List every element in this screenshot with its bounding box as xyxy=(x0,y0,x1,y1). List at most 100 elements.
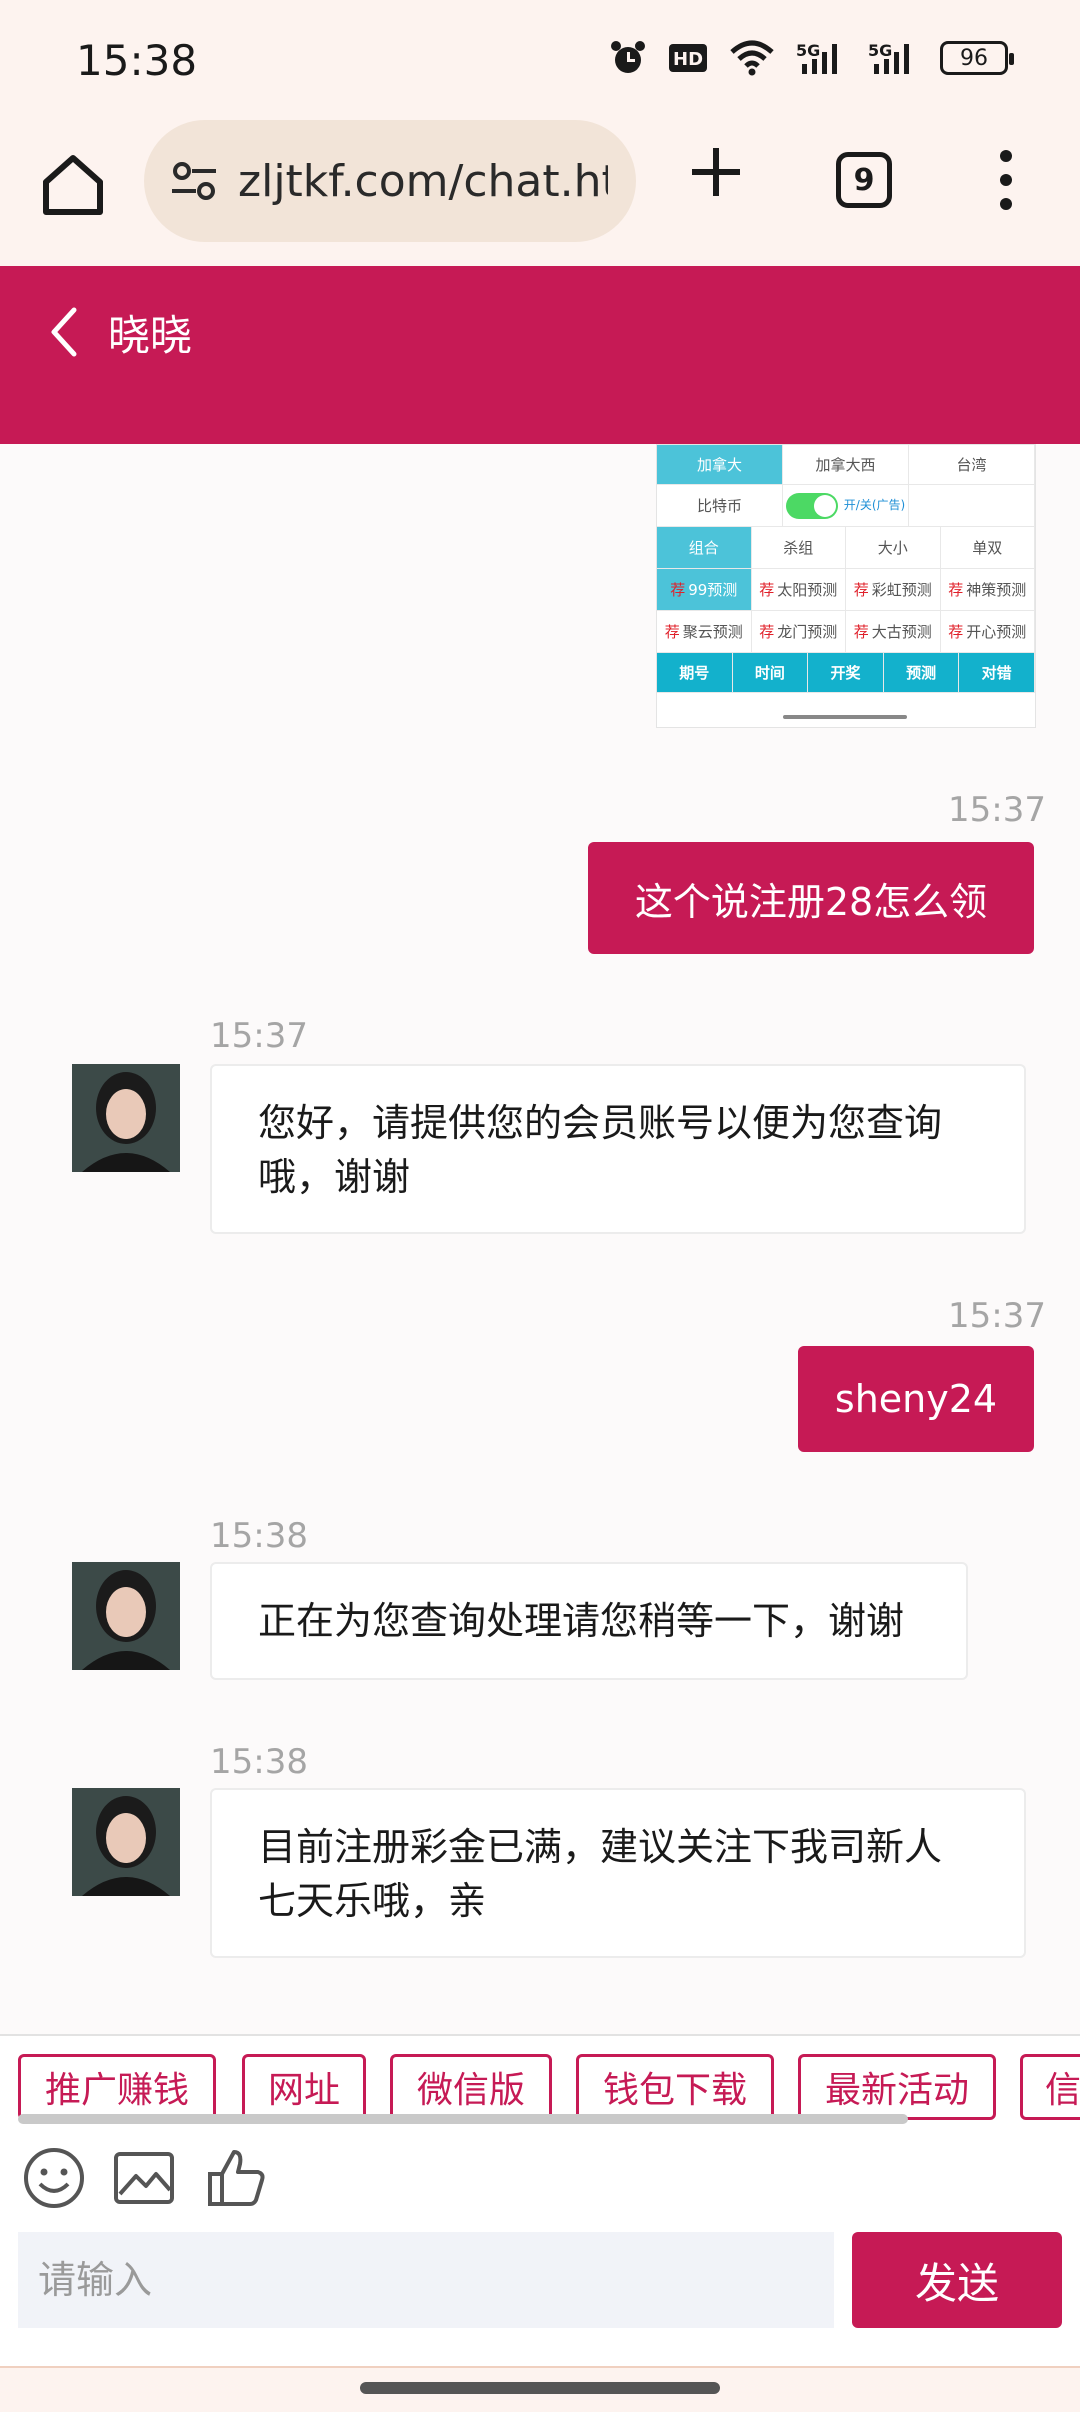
embed-cell: 荐太阳预测 xyxy=(751,569,846,611)
rec-mark: 荐 xyxy=(664,623,680,641)
embed-cell-label: 开心预测 xyxy=(966,623,1027,641)
embed-cell: 荐开心预测 xyxy=(940,611,1035,653)
url-text: zljtkf.com/chat.ht xyxy=(238,155,608,207)
quick-reply-button[interactable]: 钱包下载 xyxy=(576,2054,774,2120)
embed-cell-label: 大古预测 xyxy=(871,623,932,641)
embed-scroll-indicator xyxy=(783,715,907,719)
rec-mark: 荐 xyxy=(948,623,964,641)
home-indicator[interactable] xyxy=(360,2382,720,2394)
chat-header: 晓晓 xyxy=(0,266,1080,444)
rec-mark: 荐 xyxy=(853,581,869,599)
battery-level: 96 xyxy=(960,45,988,71)
incoming-message-bubble[interactable]: 您好，请提供您的会员账号以便为您查询哦，谢谢 xyxy=(210,1064,1026,1234)
wifi-icon xyxy=(730,40,774,76)
quick-reply-button[interactable]: 微信版 xyxy=(390,2054,552,2120)
quick-reply-scrollbar[interactable] xyxy=(18,2114,908,2124)
image-icon[interactable] xyxy=(112,2146,176,2210)
quick-reply-button[interactable]: 信 xyxy=(1020,2054,1080,2120)
message-timestamp: 15:38 xyxy=(210,1516,308,1556)
status-bar: 15:38 HD 5G 5G 96 xyxy=(0,0,1080,120)
message-input[interactable] xyxy=(18,2232,834,2328)
quick-reply-button[interactable]: 最新活动 xyxy=(798,2054,996,2120)
svg-text:5G: 5G xyxy=(868,41,892,60)
rec-mark: 荐 xyxy=(759,623,775,641)
emoji-icon[interactable] xyxy=(22,2146,86,2210)
new-tab-icon[interactable] xyxy=(688,144,744,200)
incoming-message-bubble[interactable]: 正在为您查询处理请您稍等一下，谢谢 xyxy=(210,1562,968,1680)
incoming-message-bubble[interactable]: 目前注册彩金已满，建议关注下我司新人七天乐哦，亲 xyxy=(210,1788,1026,1958)
message-timestamp: 15:37 xyxy=(948,790,1046,830)
rec-mark: 荐 xyxy=(759,581,775,599)
embed-cell: 荐大古预测 xyxy=(846,611,941,653)
embed-header-cell: 时间 xyxy=(732,653,809,693)
agent-avatar[interactable] xyxy=(72,1064,180,1172)
quick-reply-button[interactable]: 网址 xyxy=(242,2054,366,2120)
embed-cell-label: 龙门预测 xyxy=(777,623,838,641)
tab-count: 9 xyxy=(853,162,875,198)
embed-cell: 组合 xyxy=(657,527,752,569)
embed-header-cell: 开奖 xyxy=(808,653,884,693)
composer: 发送 xyxy=(0,2224,1080,2374)
embed-cell: 台湾 xyxy=(909,445,1035,485)
svg-text:5G: 5G xyxy=(796,41,820,60)
status-time: 15:38 xyxy=(76,36,198,85)
message-timestamp: 15:38 xyxy=(210,1742,308,1782)
system-nav-bar xyxy=(0,2366,1080,2412)
embed-cell-label: 聚云预测 xyxy=(682,623,743,641)
thumbs-up-icon[interactable] xyxy=(204,2146,268,2210)
embed-header-cell: 期号 xyxy=(657,653,733,693)
5g-signal-icon: 5G xyxy=(796,41,837,74)
rec-mark: 荐 xyxy=(670,581,686,599)
shared-screenshot-image[interactable]: 加拿大 加拿大西 台湾 比特币 开/关(广告) 组合 杀组 大小 单双 荐 99预… xyxy=(656,444,1036,728)
embed-cell: 荐神策预测 xyxy=(940,569,1035,611)
embed-cell: 单双 xyxy=(940,527,1035,569)
embed-cell-label: 神策预测 xyxy=(966,581,1027,599)
embed-cell: 加拿大 xyxy=(657,445,783,485)
more-menu-icon[interactable] xyxy=(996,150,1016,210)
embed-cell-label: 99预测 xyxy=(688,581,738,599)
embed-cell: 比特币 xyxy=(657,485,783,527)
embed-toggle-cell: 开/关(广告) xyxy=(783,485,909,527)
toggle-label: 开/关(广告) xyxy=(843,497,906,512)
send-button[interactable]: 发送 xyxy=(852,2232,1062,2328)
embed-cell xyxy=(909,485,1035,527)
svg-text:HD: HD xyxy=(673,49,703,70)
embed-cell-label: 彩虹预测 xyxy=(871,581,932,599)
embed-cell: 杀组 xyxy=(751,527,846,569)
outgoing-message-bubble[interactable]: sheny24 xyxy=(798,1346,1034,1452)
embed-cell: 荐龙门预测 xyxy=(751,611,846,653)
outgoing-message-bubble[interactable]: 这个说注册28怎么领 xyxy=(588,842,1034,954)
embed-header-cell: 对错 xyxy=(959,653,1035,693)
battery-icon: 96 xyxy=(940,41,1014,75)
chat-title: 晓晓 xyxy=(108,311,193,360)
quick-reply-bar: 推广赚钱 网址 微信版 钱包下载 最新活动 信 xyxy=(0,2034,1080,2124)
embed-cell-label: 太阳预测 xyxy=(777,581,838,599)
address-bar[interactable]: zljtkf.com/chat.ht xyxy=(144,120,636,242)
embed-cell: 荐聚云预测 xyxy=(657,611,752,653)
embed-cell: 大小 xyxy=(846,527,941,569)
avatar-portrait-icon xyxy=(72,1788,180,1896)
agent-avatar[interactable] xyxy=(72,1788,180,1896)
avatar-portrait-icon xyxy=(72,1562,180,1670)
back-arrow-icon[interactable] xyxy=(44,304,84,360)
site-settings-icon[interactable] xyxy=(168,155,220,207)
hd-icon: HD xyxy=(669,44,707,72)
message-timestamp: 15:37 xyxy=(948,1296,1046,1336)
embed-cell: 加拿大西 xyxy=(783,445,909,485)
avatar-portrait-icon xyxy=(72,1064,180,1172)
alarm-icon xyxy=(611,41,645,73)
agent-avatar[interactable] xyxy=(72,1562,180,1670)
rec-mark: 荐 xyxy=(948,581,964,599)
toggle-switch xyxy=(785,492,838,519)
tab-switcher-button[interactable]: 9 xyxy=(836,152,892,208)
embed-header-cell: 预测 xyxy=(883,653,960,693)
home-icon[interactable] xyxy=(38,150,108,220)
5g-signal-icon: 5G xyxy=(868,41,909,74)
status-icons: HD 5G 5G 96 xyxy=(610,40,1014,76)
rec-mark: 荐 xyxy=(853,623,869,641)
embed-cell: 荐 99预测 xyxy=(657,569,752,611)
browser-toolbar: zljtkf.com/chat.ht 9 xyxy=(0,110,1080,266)
message-timestamp: 15:37 xyxy=(210,1016,308,1056)
quick-reply-button[interactable]: 推广赚钱 xyxy=(18,2054,216,2120)
embed-cell: 荐彩虹预测 xyxy=(846,569,941,611)
